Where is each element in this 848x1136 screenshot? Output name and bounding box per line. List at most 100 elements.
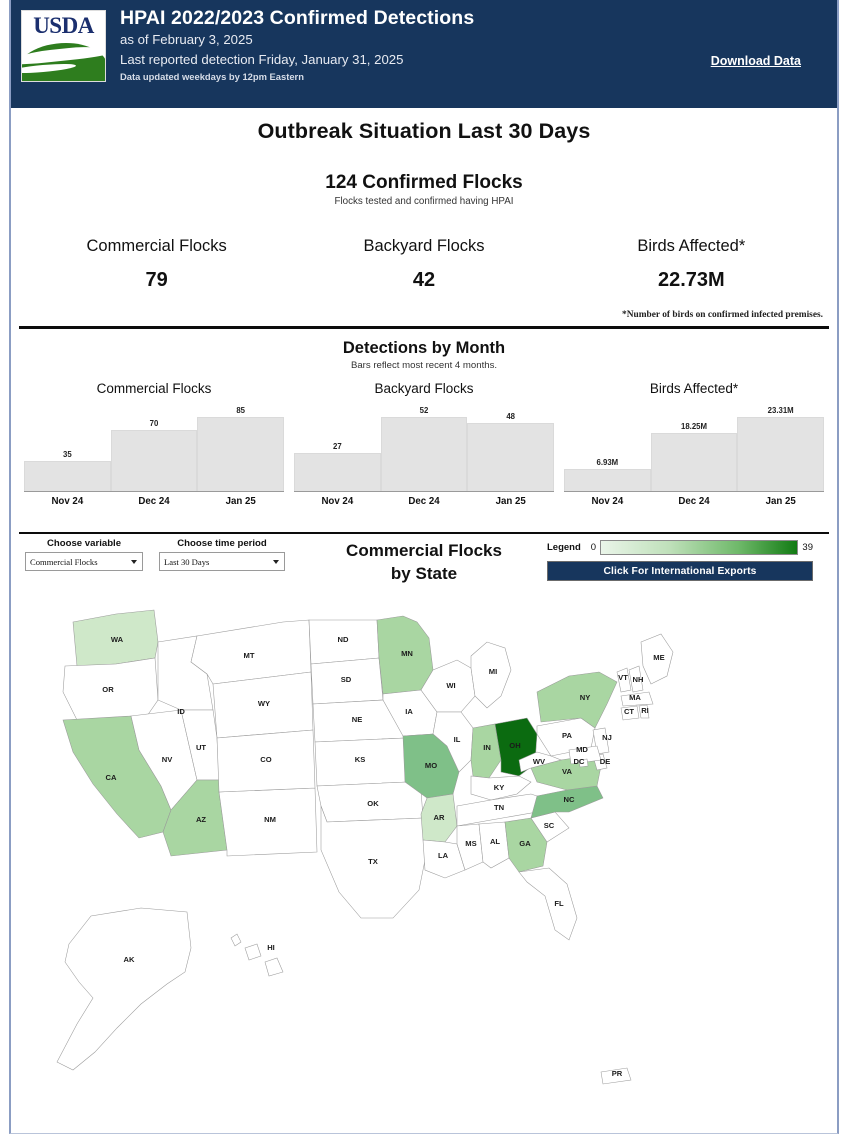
- page-title: HPAI 2022/2023 Confirmed Detections: [120, 7, 475, 29]
- axis-tick-label: Nov 24: [591, 496, 624, 507]
- legend-gradient-bar: [600, 540, 799, 555]
- chart-plot-area: 27 52 48: [294, 400, 555, 492]
- map-state-wy[interactable]: [212, 671, 314, 739]
- detections-title: Detections by Month: [342, 339, 506, 357]
- header-as-of-date: as of February 3, 2025: [120, 32, 253, 48]
- map-heading-line1: Commercial Flocks: [346, 541, 502, 560]
- header-update-note: Data updated weekdays by 12pm Eastern: [120, 71, 304, 83]
- chart-x-axis: Nov 24 Dec 24 Jan 25: [294, 492, 554, 507]
- legend-label: Legend: [547, 542, 581, 553]
- axis-tick-label: Dec 24: [408, 496, 440, 507]
- map-controls-section: Choose variable Commercial Flocks Choose…: [11, 536, 837, 598]
- map-state-pr[interactable]: [600, 1067, 632, 1085]
- map-state-nm[interactable]: [218, 787, 318, 857]
- axis-tick-label: Nov 24: [51, 496, 84, 507]
- birds-affected-footnote: *Number of birds on confirmed infected p…: [622, 310, 823, 320]
- map-state-nd[interactable]: [308, 619, 380, 665]
- map-state-ks[interactable]: [314, 737, 408, 787]
- detections-by-month-section: Detections by Month Bars reflect most re…: [11, 330, 837, 530]
- axis-tick-label: Dec 24: [138, 496, 170, 507]
- bar: [110, 430, 198, 491]
- legend-min-value: 0: [590, 542, 597, 553]
- map-state-fl[interactable]: [518, 867, 578, 941]
- stat-backyard-flocks: Backyard Flocks 42: [290, 237, 557, 292]
- outbreak-section-title: Outbreak Situation Last 30 Days: [257, 119, 591, 143]
- axis-tick-label: Jan 25: [495, 496, 526, 507]
- chart-commercial-flocks: Commercial Flocks 35 70 85 Nov 24 Dec 24 Jan…: [19, 381, 289, 507]
- map-state-label-hi: HI: [267, 943, 275, 952]
- bar-value-label: 70: [149, 419, 159, 428]
- map-state-hi[interactable]: [230, 933, 284, 977]
- axis-tick-label: Jan 25: [765, 496, 796, 507]
- map-state-dc[interactable]: [578, 758, 589, 768]
- map-state-al[interactable]: [478, 821, 510, 869]
- map-state-mi[interactable]: [470, 641, 512, 709]
- bar-value-label: 48: [506, 412, 516, 421]
- bar: [650, 433, 738, 491]
- bar: [737, 417, 825, 491]
- confirmed-flocks-subtitle: Flocks tested and confirmed having HPAI: [334, 196, 514, 207]
- international-exports-button[interactable]: Click For International Exports: [547, 561, 813, 581]
- bar-value-label: 27: [332, 442, 342, 451]
- bar: [294, 453, 381, 491]
- chart-backyard-flocks: Backyard Flocks 27 52 48 Nov 24 Dec 24 Jan 2…: [289, 381, 559, 507]
- confirmed-flocks-headline: 124 Confirmed Flocks: [325, 172, 523, 193]
- usda-logo: USDA: [21, 10, 106, 82]
- us-choropleth-map[interactable]: WA OR CA NV ID MT WY UT AZ NM CO ND SD NE KS OK TX MN IA MO…: [21, 600, 847, 1120]
- bar-column: 18.25M: [650, 400, 738, 491]
- map-svg: WAORCANVIDMTWYUTAZ NMCONDSDNEKSOKTXMNIAMO…: [56, 609, 674, 1085]
- map-state-tx[interactable]: [320, 805, 428, 919]
- map-state-wa[interactable]: [72, 609, 159, 667]
- bar: [564, 469, 651, 491]
- map-state-ma[interactable]: [620, 691, 654, 707]
- chart-x-axis: Nov 24 Dec 24 Jan 25: [564, 492, 824, 507]
- stat-label: Backyard Flocks: [363, 237, 485, 255]
- stat-value: 42: [412, 269, 436, 291]
- map-state-nh[interactable]: [628, 665, 644, 693]
- map-state-ak[interactable]: [56, 907, 192, 1071]
- map-state-ct[interactable]: [620, 705, 640, 721]
- map-state-vt[interactable]: [616, 667, 632, 693]
- map-heading-line2: by State: [390, 563, 458, 583]
- section-divider-bottom: [19, 532, 829, 534]
- header-last-reported: Last reported detection Friday, January …: [120, 51, 404, 67]
- stat-birds-affected: Birds Affected* 22.73M: [558, 237, 825, 292]
- axis-tick-label: Nov 24: [321, 496, 354, 507]
- chart-plot-area: 35 70 85: [24, 400, 285, 492]
- monthly-charts-row: Commercial Flocks 35 70 85 Nov 24 Dec 24 Jan…: [11, 381, 837, 507]
- map-state-me[interactable]: [640, 633, 674, 685]
- chart-plot-area: 6.93M 18.25M 23.31M: [564, 400, 825, 492]
- legend-max-value: 39: [802, 542, 813, 553]
- bar-column: 23.31M: [737, 400, 825, 491]
- bar-column: 70: [110, 400, 198, 491]
- section-divider-top: [19, 326, 829, 329]
- stat-label: Birds Affected*: [637, 237, 746, 255]
- map-state-co[interactable]: [216, 729, 316, 793]
- bar-value-label: 6.93M: [596, 458, 619, 467]
- bar: [380, 417, 468, 491]
- usda-logo-text: USDA: [33, 13, 94, 38]
- map-state-ri[interactable]: [638, 704, 650, 719]
- map-state-mn[interactable]: [376, 615, 434, 695]
- map-state-or[interactable]: [62, 657, 159, 721]
- bar-column: 35: [24, 400, 111, 491]
- detections-subtitle: Bars reflect most recent 4 months.: [350, 360, 498, 371]
- map-state-ar[interactable]: [420, 793, 458, 843]
- dashboard-page: USDA HPAI 2022/2023 Confirmed Detections…: [0, 0, 848, 1136]
- axis-tick-label: Jan 25: [225, 496, 256, 507]
- chart-x-axis: Nov 24 Dec 24 Jan 25: [24, 492, 284, 507]
- axis-tick-label: Dec 24: [678, 496, 710, 507]
- page-frame: USDA HPAI 2022/2023 Confirmed Detections…: [9, 0, 839, 1134]
- bar: [24, 461, 111, 491]
- download-data-link[interactable]: Download Data: [711, 54, 801, 68]
- map-state-sd[interactable]: [310, 657, 384, 705]
- map-legend: Legend 0 39: [547, 540, 813, 555]
- bar-value-label: 23.31M: [767, 406, 794, 415]
- bar-value-label: 35: [62, 450, 72, 459]
- stat-value: 22.73M: [657, 269, 725, 291]
- bar: [467, 423, 555, 491]
- map-state-ok[interactable]: [316, 781, 424, 823]
- bar-value-label: 85: [236, 406, 246, 415]
- map-state-nc[interactable]: [530, 785, 604, 819]
- chart-birds-affected: Birds Affected* 6.93M 18.25M 23.31M Nov 24…: [559, 381, 829, 507]
